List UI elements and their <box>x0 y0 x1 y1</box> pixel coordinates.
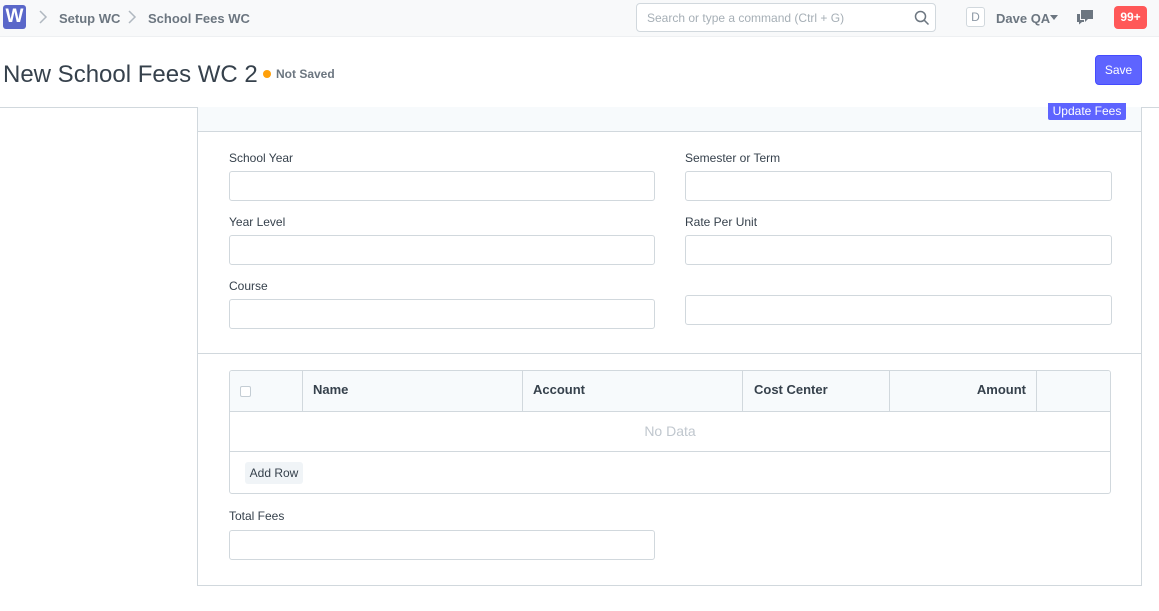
chevron-right-icon <box>128 10 137 24</box>
column-header-actions <box>1037 371 1110 411</box>
course-input[interactable] <box>229 299 655 329</box>
app-logo[interactable]: W <box>3 5 26 29</box>
breadcrumb-school-fees-wc[interactable]: School Fees WC <box>148 11 250 26</box>
year-level-label: Year Level <box>229 215 286 229</box>
table-empty-message: No Data <box>230 411 1110 452</box>
avatar[interactable]: D <box>966 7 985 27</box>
navbar: W Setup WC School Fees WC D Dave QA 99+ <box>0 0 1159 37</box>
column-header-account[interactable]: Account <box>523 371 743 411</box>
total-fees-label: Total Fees <box>229 509 285 523</box>
status-indicator-dot <box>263 70 271 78</box>
status-badge: Not Saved <box>276 67 335 81</box>
rate-per-unit-input[interactable] <box>685 235 1112 265</box>
save-button[interactable]: Save <box>1095 55 1142 85</box>
unlabeled-input[interactable] <box>685 295 1112 325</box>
column-header-name[interactable]: Name <box>303 371 523 411</box>
school-year-label: School Year <box>229 151 294 165</box>
table-header: Name Account Cost Center Amount <box>230 371 1110 412</box>
course-label: Course <box>229 279 268 293</box>
page-head: New School Fees WC 2 Not Saved Save <box>0 37 1159 108</box>
school-year-input[interactable] <box>229 171 655 201</box>
update-fees-button[interactable]: Update Fees <box>1048 103 1126 120</box>
notifications-badge[interactable]: 99+ <box>1114 6 1147 29</box>
form-container: Update Fees School Year Semester or Term… <box>197 103 1142 586</box>
form-section-header: Update Fees <box>198 103 1141 132</box>
year-level-input[interactable] <box>229 235 655 265</box>
search-box <box>636 3 936 32</box>
page-title: New School Fees WC 2 <box>3 61 258 88</box>
add-row-button[interactable]: Add Row <box>245 462 303 484</box>
chevron-right-icon <box>39 10 48 24</box>
search-input[interactable] <box>637 4 907 31</box>
search-icon[interactable] <box>914 10 930 26</box>
breadcrumb-setup-wc[interactable]: Setup WC <box>59 11 120 26</box>
column-header-cost-center[interactable]: Cost Center <box>743 371 890 411</box>
select-all-cell <box>230 371 303 411</box>
select-all-checkbox[interactable] <box>240 386 251 397</box>
chat-icon[interactable] <box>1076 9 1094 25</box>
column-header-amount[interactable]: Amount <box>890 371 1037 411</box>
total-fees-input[interactable] <box>229 530 655 560</box>
semester-input[interactable] <box>685 171 1112 201</box>
semester-label: Semester or Term <box>685 151 781 165</box>
section-divider <box>198 353 1141 354</box>
fees-table: Name Account Cost Center Amount No Data … <box>229 370 1111 494</box>
caret-down-icon[interactable] <box>1050 15 1058 20</box>
user-menu-name[interactable]: Dave QA <box>996 11 1050 26</box>
rate-per-unit-label: Rate Per Unit <box>685 215 758 229</box>
